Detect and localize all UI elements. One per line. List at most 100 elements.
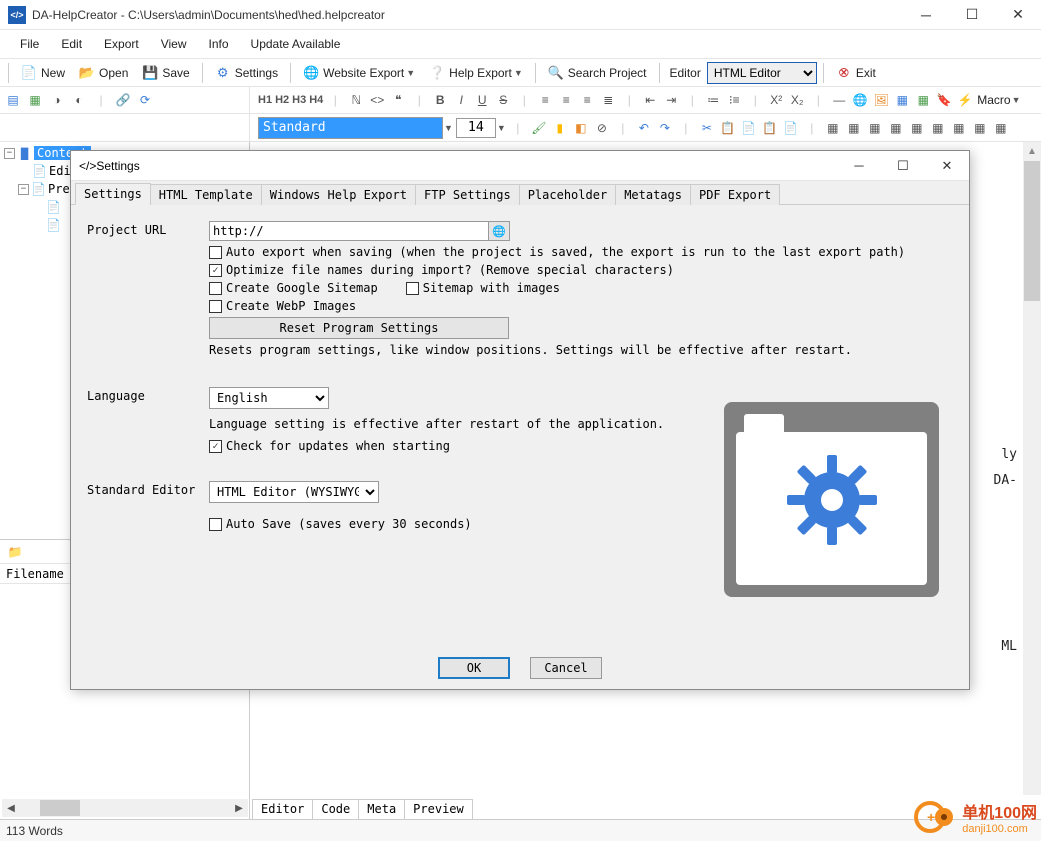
table-col-button[interactable]: ▦ — [866, 119, 884, 137]
maximize-button[interactable]: ☐ — [949, 0, 995, 30]
strike-button[interactable]: S — [494, 91, 512, 109]
check-updates-checkbox[interactable]: ✓ — [209, 440, 222, 453]
exit-button[interactable]: ⮿Exit — [830, 61, 882, 85]
world-button[interactable]: 🌐 — [851, 91, 869, 109]
align-center-button[interactable]: ≡ — [557, 91, 575, 109]
folder-icon[interactable]: 📁 — [6, 543, 24, 561]
image-button[interactable]: 🖼 — [872, 91, 890, 109]
menu-file[interactable]: File — [10, 33, 49, 55]
indent-button[interactable]: ⇥ — [662, 91, 680, 109]
scroll-left-icon[interactable]: ◀ — [2, 800, 20, 816]
italic-button[interactable]: I — [452, 91, 470, 109]
open-button[interactable]: 📂Open — [73, 61, 134, 85]
optimize-checkbox[interactable]: ✓ — [209, 264, 222, 277]
save-button[interactable]: 💾Save — [136, 61, 195, 85]
std-editor-select[interactable]: HTML Editor (WYSIWYG) — [209, 481, 379, 503]
code-icon[interactable]: <> — [368, 91, 386, 109]
tree-collapse-icon[interactable]: − — [4, 148, 15, 159]
list-ol-button[interactable]: ≔ — [704, 91, 722, 109]
editor-select[interactable]: HTML Editor — [707, 62, 817, 84]
sitemap-images-checkbox[interactable] — [406, 282, 419, 295]
fontsize-dropdown-icon[interactable]: ▼ — [497, 123, 506, 133]
language-select[interactable]: English — [209, 387, 329, 409]
align-justify-button[interactable]: ≣ — [599, 91, 617, 109]
font-size-input[interactable] — [456, 118, 496, 138]
list-ul-button[interactable]: ⁝≡ — [725, 91, 743, 109]
tab-editor[interactable]: Editor — [252, 799, 313, 819]
table-insert-button[interactable]: ▦ — [824, 119, 842, 137]
google-sitemap-checkbox[interactable] — [209, 282, 222, 295]
macro-button[interactable]: Macro — [977, 93, 1010, 107]
tab-code[interactable]: Code — [312, 799, 359, 819]
hr-button[interactable]: — — [830, 91, 848, 109]
outdent-button[interactable]: ⇤ — [641, 91, 659, 109]
subscript-button[interactable]: X₂ — [788, 91, 806, 109]
settings-button[interactable]: ⚙Settings — [209, 61, 284, 85]
align-right-button[interactable]: ≡ — [578, 91, 596, 109]
table-del-button[interactable]: ▦ — [887, 119, 905, 137]
website-export-button[interactable]: 🌐Website Export▼ — [297, 61, 421, 85]
scroll-thumb[interactable] — [1024, 161, 1040, 301]
auto-export-checkbox[interactable] — [209, 246, 222, 259]
table-split-button[interactable]: ▦ — [929, 119, 947, 137]
bold-button[interactable]: B — [431, 91, 449, 109]
undo-button[interactable]: ↶ — [635, 119, 653, 137]
tab-settings[interactable]: Settings — [75, 183, 151, 205]
h2-button[interactable]: H2 — [275, 94, 289, 106]
eraser-icon[interactable]: ◧ — [572, 119, 590, 137]
tab-windows-help[interactable]: Windows Help Export — [261, 184, 416, 205]
minimize-button[interactable]: ─ — [903, 0, 949, 30]
menu-edit[interactable]: Edit — [51, 33, 92, 55]
sidebar-hscroll[interactable]: ◀ ▶ — [2, 799, 248, 817]
auto-save-checkbox[interactable] — [209, 518, 222, 531]
scroll-right-icon[interactable]: ▶ — [230, 800, 248, 816]
page-icon[interactable]: ▤ — [4, 91, 22, 109]
menu-export[interactable]: Export — [94, 33, 149, 55]
ok-button[interactable]: OK — [438, 657, 510, 679]
cut-button[interactable]: ✂ — [698, 119, 716, 137]
paste-button[interactable]: 📄 — [740, 119, 758, 137]
h4-button[interactable]: H4 — [309, 94, 323, 106]
tab-metatags[interactable]: Metatags — [615, 184, 691, 205]
cancel-button[interactable]: Cancel — [530, 657, 602, 679]
bookmark-button[interactable]: 🔖 — [935, 91, 953, 109]
table-y-button[interactable]: ▦ — [992, 119, 1010, 137]
tab-placeholder[interactable]: Placeholder — [519, 184, 616, 205]
table-row-button[interactable]: ▦ — [845, 119, 863, 137]
tree-collapse-icon[interactable]: − — [18, 184, 29, 195]
dialog-close-button[interactable]: ✕ — [925, 151, 969, 181]
tab-preview[interactable]: Preview — [404, 799, 473, 819]
dialog-minimize-button[interactable]: ─ — [837, 151, 881, 181]
add-page-icon[interactable]: ▦ — [26, 91, 44, 109]
search-project-button[interactable]: 🔍Search Project — [542, 61, 653, 85]
h1-button[interactable]: H1 — [258, 94, 272, 106]
refresh-icon[interactable]: ⟳ — [136, 91, 154, 109]
nav-up-icon[interactable]: ◑ — [48, 91, 66, 109]
menu-update[interactable]: Update Available — [241, 33, 351, 55]
copy-button[interactable]: 📋 — [719, 119, 737, 137]
redo-button[interactable]: ↷ — [656, 119, 674, 137]
reset-settings-button[interactable]: Reset Program Settings — [209, 317, 509, 339]
tab-pdf-export[interactable]: PDF Export — [690, 184, 780, 205]
help-export-button[interactable]: ❔Help Export▼ — [423, 61, 529, 85]
menu-view[interactable]: View — [151, 33, 197, 55]
nav-down-icon[interactable]: ◐ — [70, 91, 88, 109]
tab-meta[interactable]: Meta — [358, 799, 405, 819]
link-icon[interactable]: 🔗 — [114, 91, 132, 109]
scroll-thumb[interactable] — [40, 800, 80, 816]
table-merge-button[interactable]: ▦ — [908, 119, 926, 137]
tab-ftp[interactable]: FTP Settings — [415, 184, 520, 205]
nonbreak-icon[interactable]: ℕ — [347, 91, 365, 109]
paste-special-button[interactable]: 📋 — [761, 119, 779, 137]
style-dropdown-icon[interactable]: ▼ — [444, 123, 453, 133]
macro-dropdown-icon[interactable]: ▼ — [1012, 95, 1021, 105]
highlight-icon[interactable]: ▮ — [551, 119, 569, 137]
dialog-maximize-button[interactable]: ☐ — [881, 151, 925, 181]
menu-info[interactable]: Info — [199, 33, 239, 55]
scroll-up-icon[interactable]: ▲ — [1023, 142, 1041, 160]
new-button[interactable]: 📄New — [15, 61, 71, 85]
clear-icon[interactable]: ⊘ — [593, 119, 611, 137]
table-button[interactable]: ▦ — [893, 91, 911, 109]
brush-icon[interactable]: 🖌 — [530, 119, 548, 137]
h3-button[interactable]: H3 — [292, 94, 306, 106]
